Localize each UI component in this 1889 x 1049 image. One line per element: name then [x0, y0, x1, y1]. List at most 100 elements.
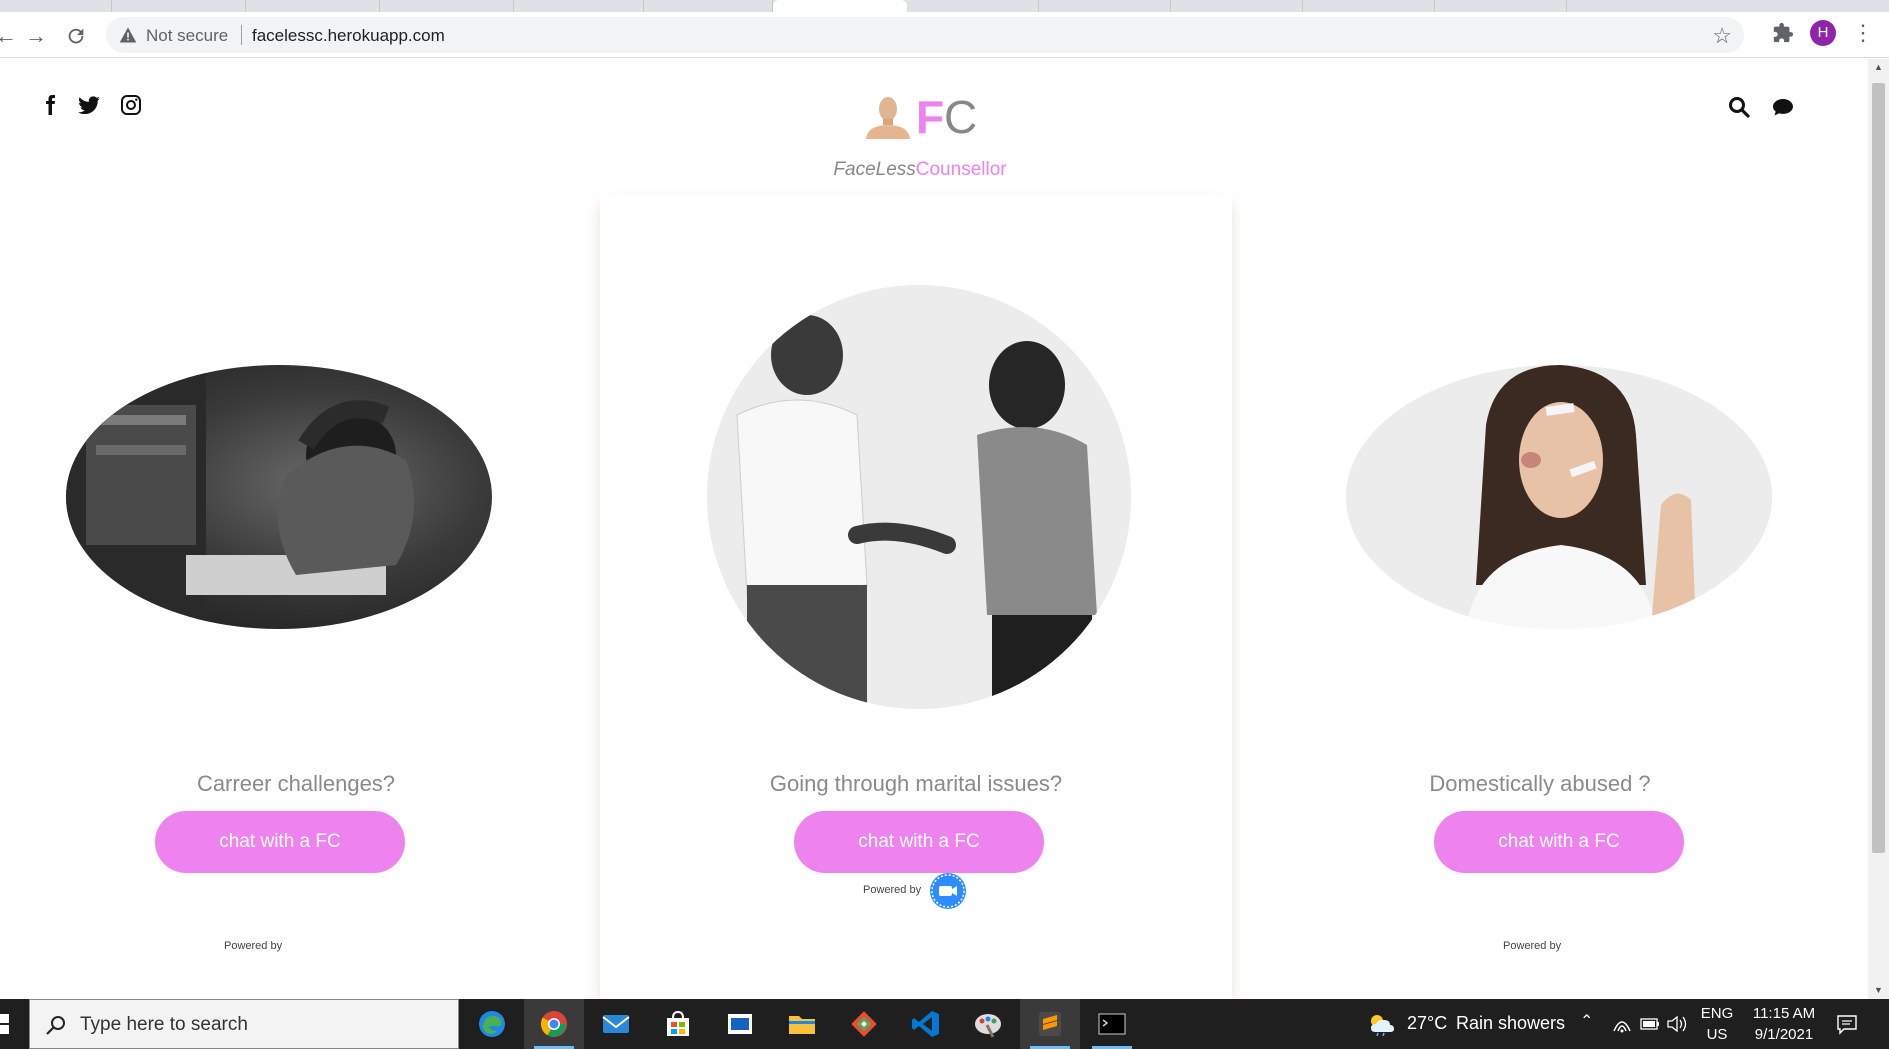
browser-tab[interactable] [1303, 0, 1435, 12]
tagline-counsellor: Counsellor [915, 159, 1007, 180]
terminal-icon [1098, 1013, 1126, 1035]
page-scrollbar[interactable]: ▲ ▼ [1868, 59, 1889, 999]
powered-by-label: Powered by [224, 940, 283, 952]
scroll-up-arrow-icon[interactable]: ▲ [1873, 62, 1884, 73]
card-question: Domestically abused ? [1429, 771, 1651, 796]
edge-icon [479, 1011, 505, 1037]
wifi-icon[interactable] [1612, 1015, 1632, 1033]
browser-toolbar: ← → Not secure facelessc.herokuapp.com ☆… [0, 12, 1889, 58]
taskbar-vscode[interactable] [896, 999, 956, 1049]
card-question: Going through marital issues? [769, 771, 1063, 796]
git-icon [851, 1011, 877, 1037]
chat-with-fc-button[interactable]: chat with a FC [794, 811, 1044, 873]
arguing-couple-illustration [707, 285, 1131, 709]
taskbar-terminal[interactable] [1082, 999, 1142, 1049]
divider [241, 25, 242, 45]
input-region[interactable]: US [1700, 1026, 1734, 1043]
twitter-icon[interactable] [77, 93, 101, 117]
taskbar-store[interactable] [648, 999, 708, 1049]
menu-kebab-icon[interactable]: ⋮ [1852, 20, 1874, 46]
search-icon[interactable] [1727, 95, 1751, 119]
weather-cloud-icon[interactable] [1368, 1012, 1396, 1036]
taskbar-chrome[interactable] [524, 999, 584, 1049]
card-question: Carreer challenges? [196, 771, 396, 796]
input-language[interactable]: ENG [1700, 1005, 1734, 1022]
facebook-icon[interactable] [38, 93, 62, 117]
logo-letter-c: C [944, 91, 978, 143]
abuse-photo [1346, 365, 1772, 629]
injured-woman-illustration [1346, 365, 1772, 629]
powered-by-label: Powered by [863, 884, 922, 896]
profile-avatar[interactable]: H [1810, 20, 1836, 46]
weather-description[interactable]: Rain showers [1456, 1013, 1565, 1034]
windows-taskbar: Type here to search 27°C Rain showers ⌃ [0, 999, 1889, 1049]
notifications-icon[interactable] [1836, 1013, 1858, 1035]
taskbar-news[interactable] [710, 999, 770, 1049]
site-tagline: FaceLessCounsellor [0, 159, 1840, 181]
taskbar-git[interactable] [834, 999, 894, 1049]
service-card-career: Carreer challenges? chat with a FC Power… [0, 195, 592, 999]
service-card-marital: Going through marital issues? chat with … [600, 195, 1232, 999]
sublime-icon [1039, 1012, 1061, 1036]
search-icon [46, 1016, 65, 1035]
mail-icon [602, 1015, 630, 1033]
browser-tab[interactable] [644, 0, 773, 12]
logo-letter-f: F [916, 91, 945, 143]
browser-tab-active[interactable] [773, 0, 907, 12]
chat-with-fc-button[interactable]: chat with a FC [1434, 811, 1684, 873]
chat-icon[interactable] [1771, 95, 1795, 119]
url-text[interactable]: facelessc.herokuapp.com [252, 26, 445, 46]
taskbar-mail[interactable] [586, 999, 646, 1049]
bookmark-star-icon[interactable]: ☆ [1712, 23, 1732, 49]
browser-tab[interactable] [907, 0, 1039, 12]
service-card-abuse: Domestically abused ? chat with a FC Pow… [1240, 195, 1840, 999]
faceless-head-icon [866, 97, 910, 139]
extensions-puzzle-icon[interactable] [1772, 22, 1794, 44]
clock-time[interactable]: 11:15 AM [1744, 1005, 1824, 1022]
taskbar-sublime[interactable] [1020, 999, 1080, 1049]
career-photo [66, 365, 492, 629]
stressed-man-illustration [66, 365, 414, 629]
instagram-icon[interactable] [119, 93, 143, 117]
warning-icon[interactable] [118, 25, 138, 45]
browser-tab[interactable] [1039, 0, 1171, 12]
zoom-logo-icon[interactable] [930, 873, 966, 909]
battery-icon[interactable] [1640, 1017, 1660, 1031]
reload-button[interactable] [62, 22, 90, 50]
chat-with-fc-button[interactable]: chat with a FC [155, 811, 405, 873]
tagline-faceless: FaceLess [833, 159, 916, 180]
taskbar-edge[interactable] [462, 999, 522, 1049]
forward-button[interactable]: → [22, 22, 50, 50]
scrollbar-thumb[interactable] [1872, 83, 1885, 853]
taskbar-file-explorer[interactable] [772, 999, 832, 1049]
windows-start-icon[interactable] [0, 999, 28, 1049]
search-placeholder: Type here to search [80, 1014, 248, 1035]
scroll-down-arrow-icon[interactable]: ▼ [1873, 985, 1884, 996]
browser-tab[interactable] [1171, 0, 1303, 12]
taskbar-search-box[interactable]: Type here to search [29, 999, 459, 1049]
powered-by-label: Powered by [1503, 940, 1562, 952]
volume-icon[interactable] [1666, 1014, 1688, 1034]
page-content: F C FaceLessCounsellor Carreer challenge… [0, 59, 1868, 999]
marital-photo [707, 285, 1131, 709]
show-hidden-icons-chevron-icon[interactable]: ⌃ [1580, 1011, 1593, 1031]
clock-date[interactable]: 9/1/2021 [1744, 1026, 1824, 1043]
tab-strip [0, 0, 1889, 12]
browser-tab[interactable] [246, 0, 380, 12]
taskbar-paint[interactable] [958, 999, 1018, 1049]
news-icon [728, 1014, 752, 1034]
browser-tab[interactable] [112, 0, 246, 12]
browser-tab[interactable] [1435, 0, 1567, 12]
folder-icon [789, 1016, 815, 1034]
paint-icon [975, 1014, 1001, 1038]
video-camera-icon [931, 874, 965, 908]
reload-icon [68, 28, 84, 44]
weather-temperature[interactable]: 27°C [1407, 1013, 1447, 1034]
browser-tab[interactable] [0, 0, 112, 12]
chrome-icon [540, 1011, 567, 1037]
browser-tab[interactable] [380, 0, 514, 12]
address-bar[interactable]: Not secure facelessc.herokuapp.com ☆ [106, 17, 1744, 53]
security-label[interactable]: Not secure [146, 26, 228, 46]
browser-tab[interactable] [514, 0, 644, 12]
back-button[interactable]: ← [0, 22, 20, 50]
